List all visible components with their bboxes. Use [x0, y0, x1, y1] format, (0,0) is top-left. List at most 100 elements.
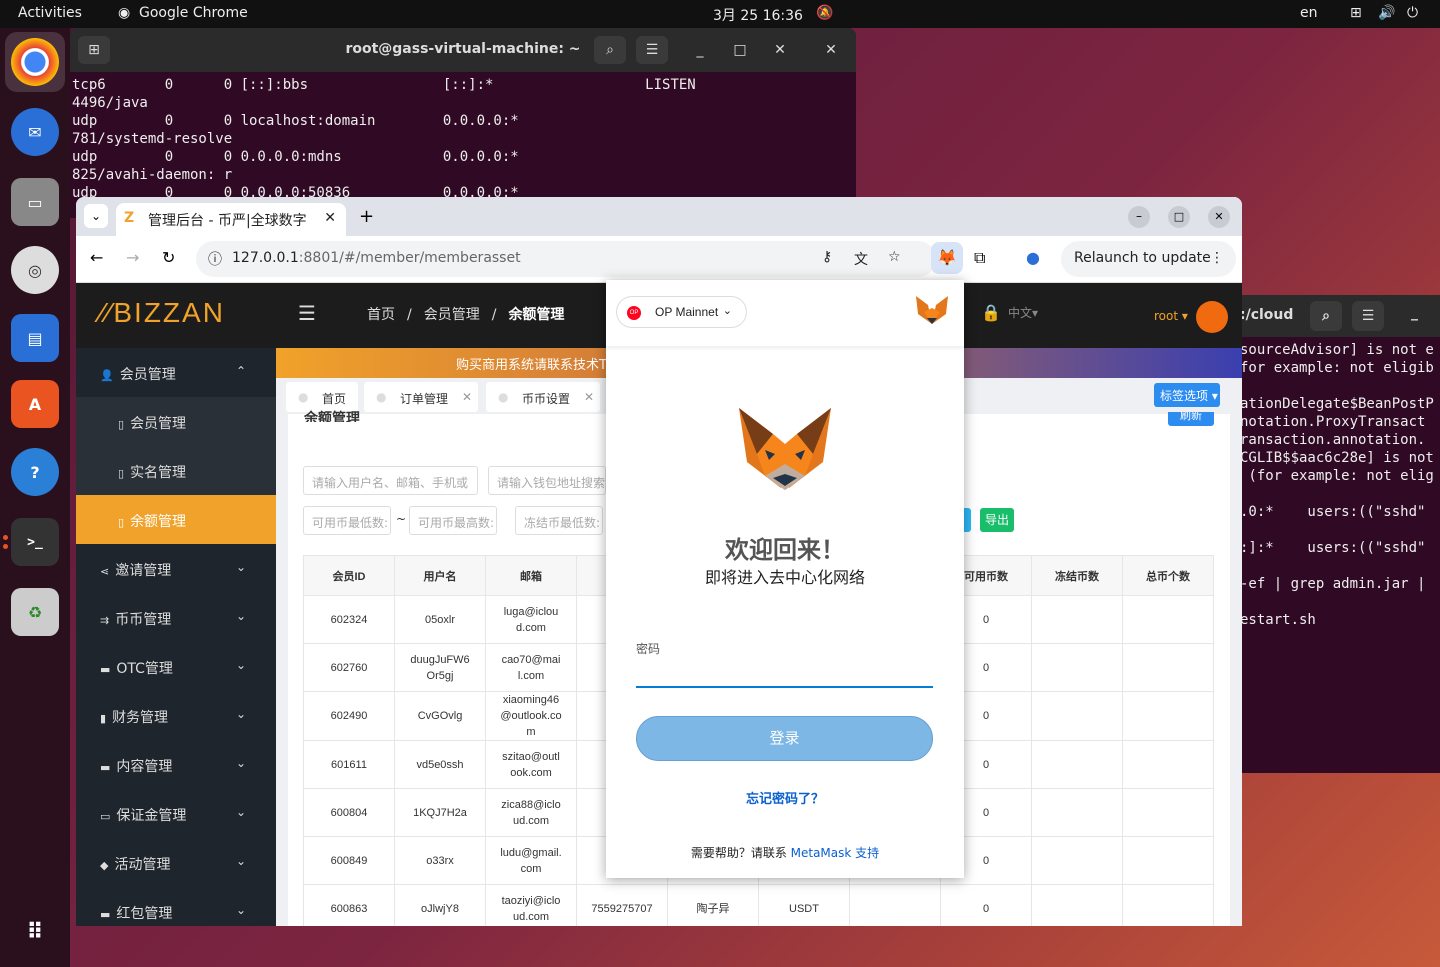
table-cell [1122, 643, 1214, 692]
minimize-button[interactable]: _ [1411, 305, 1418, 321]
bizzan-logo[interactable]: ⁄⁄BIZZAN [100, 297, 225, 329]
terminal-line: (for example: not elig [1240, 468, 1434, 484]
sidebar-item-5[interactable]: ⇉ 币币管理 ⌄ [76, 593, 276, 642]
export-button[interactable]: 导出 [980, 508, 1014, 532]
forward-icon[interactable]: → [126, 248, 139, 267]
sidebar-item-6[interactable]: ▬ OTC管理 ⌄ [76, 642, 276, 691]
available-max-input[interactable]: 可用币最高数: [409, 506, 497, 535]
column-header[interactable]: 会员ID [303, 555, 395, 596]
translate-icon[interactable]: 文 [854, 249, 868, 269]
site-info-icon[interactable]: ⓘ [208, 249, 222, 269]
writer-icon[interactable]: ▤ [11, 314, 59, 362]
column-header[interactable]: 邮箱 [485, 555, 577, 596]
network-selector[interactable]: OP OP Mainnet ⌄ [616, 296, 747, 328]
wallet-search-input[interactable]: 请输入钱包地址搜索 [488, 466, 606, 495]
terminal-window-2[interactable]: :/cloud ⌕ ☰ _ sourceAdvisor] is not e for… [1236, 295, 1440, 773]
tab-search-icon[interactable]: ⌄ [84, 204, 108, 228]
search-icon[interactable]: ⌕ [1310, 301, 1342, 331]
column-header[interactable]: 用户名 [394, 555, 486, 596]
sidebar-item-9[interactable]: ▭ 保证金管理 ⌄ [76, 789, 276, 838]
table-cell: vd5e0ssh [394, 740, 486, 789]
bookmark-star-icon[interactable]: ☆ [888, 249, 901, 265]
breadcrumb-item[interactable]: 会员管理 [424, 307, 480, 323]
kebab-menu-icon[interactable]: ⋮ [1210, 250, 1224, 266]
language-indicator[interactable]: en [1300, 5, 1318, 21]
refresh-button[interactable]: 刷新 [1168, 412, 1214, 426]
terminal-window[interactable]: ⊞ root@gass-virtual-machine: ~ ⌕ ☰ _ □ ✕… [70, 28, 856, 218]
trash-icon[interactable]: ♻ [11, 588, 59, 636]
volume-icon[interactable]: 🔊 [1378, 5, 1395, 21]
address-bar[interactable]: ⓘ 127.0.0.1:8801/#/member/memberasset ⚷ … [196, 241, 936, 277]
user-menu[interactable]: root ▾ [1154, 309, 1188, 323]
forgot-password-link[interactable]: 忘记密码了？ [606, 788, 964, 807]
user-search-input[interactable]: 请输入用户名、邮箱、手机或 [303, 466, 478, 495]
metamask-support-link[interactable]: MetaMask 支持 [791, 846, 880, 860]
column-header[interactable]: 冻结币数 [1031, 555, 1123, 596]
show-apps-icon[interactable]: ⠿ [11, 908, 59, 956]
breadcrumb-item[interactable]: 余额管理 [508, 307, 564, 323]
lock-icon[interactable]: 🔒 [981, 303, 1001, 322]
page-tab-coin-settings[interactable]: ● 币币设置 ✕ [486, 382, 600, 412]
search-button[interactable] [963, 508, 971, 532]
back-icon[interactable]: ← [90, 248, 103, 267]
clock[interactable]: 3月 25 16:36 [713, 5, 803, 25]
close-tab-icon[interactable]: ✕ [462, 390, 472, 404]
page-tab-orders[interactable]: ● 订单管理 ✕ [364, 382, 478, 412]
sidebar-item-3[interactable]: ▯ 余额管理 [76, 495, 276, 544]
language-select[interactable]: 中文▾ [1008, 304, 1038, 321]
table-row[interactable]: 600863 oJlwjY8 taoziyi@icloud.com 755927570… [303, 884, 1214, 926]
hamburger-icon[interactable]: ☰ [298, 301, 316, 325]
sidebar-item-10[interactable]: ◆ 活动管理 ⌄ [76, 838, 276, 887]
help-icon[interactable]: ? [11, 448, 59, 496]
power-icon[interactable]: ⏻ [1407, 5, 1418, 21]
minimize-button[interactable]: – [1128, 206, 1150, 228]
sidebar-item-0[interactable]: 👤 会员管理 ⌃ [76, 348, 276, 397]
frozen-min-input[interactable]: 冻结币最低数: [515, 506, 603, 535]
network-icon[interactable]: ⊞ [1350, 5, 1362, 21]
menu-icon[interactable]: ☰ [636, 36, 668, 64]
password-field[interactable] [636, 662, 933, 688]
sidebar-item-1[interactable]: ▯ 会员管理 [76, 397, 276, 446]
sidebar-item-7[interactable]: ▮ 财务管理 ⌄ [76, 691, 276, 740]
close-tab-icon[interactable]: ✕ [584, 390, 594, 404]
sidebar-item-11[interactable]: ▬ 红包管理 ⌄ [76, 887, 276, 926]
minimize-button[interactable]: _ [684, 36, 716, 64]
metamask-extension-icon[interactable]: 🦊 [931, 242, 963, 274]
tab-admin[interactable]: Z 管理后台 - 币严|全球数字 ✕ [116, 203, 346, 236]
terminal-line: for example: not eligib [1240, 360, 1434, 376]
chrome-icon[interactable] [11, 38, 59, 86]
column-header[interactable]: 总币个数 [1122, 555, 1214, 596]
thunderbird-icon[interactable]: ✉ [11, 108, 59, 156]
sidebar-item-4[interactable]: ⋖ 邀请管理 ⌄ [76, 544, 276, 593]
terminal-output[interactable]: tcp6 0 0 [::]:bbs [::]:* LISTEN 4496/java… [70, 72, 856, 206]
files-icon[interactable]: ▭ [11, 178, 59, 226]
new-tab-icon[interactable]: + [359, 206, 374, 227]
app-center-icon[interactable]: A [11, 380, 59, 428]
sidebar-item-2[interactable]: ▯ 实名管理 [76, 446, 276, 495]
breadcrumb-item[interactable]: 首页 [367, 307, 395, 323]
login-button[interactable]: 登录 [636, 716, 933, 761]
metamask-fox-icon[interactable] [914, 294, 950, 328]
reload-icon[interactable]: ↻ [162, 248, 175, 267]
close-button[interactable]: ✕ [1208, 206, 1230, 228]
maximize-button[interactable]: □ [724, 36, 756, 64]
tag-options-button[interactable]: 标签选项 ▾ [1154, 383, 1220, 407]
terminal-icon[interactable]: >_ [11, 518, 59, 566]
terminal2-output[interactable]: sourceAdvisor] is not e for example: not … [1236, 337, 1440, 773]
rhythmbox-icon[interactable]: ◎ [11, 246, 59, 294]
available-min-input[interactable]: 可用币最低数: [303, 506, 391, 535]
activities-button[interactable]: Activities [18, 5, 82, 21]
maximize-button[interactable]: □ [1168, 206, 1190, 228]
focused-app-label[interactable]: Google Chrome [139, 5, 248, 21]
key-icon[interactable]: ⚷ [822, 249, 832, 265]
relaunch-button[interactable]: Relaunch to update ⋮ [1061, 241, 1236, 277]
sidebar-item-8[interactable]: ▬ 内容管理 ⌄ [76, 740, 276, 789]
close-button[interactable]: ✕ [764, 36, 796, 64]
close-tab-icon[interactable]: ✕ [318, 210, 336, 226]
close-tab-button[interactable]: ✕ [815, 36, 847, 64]
extensions-icon[interactable]: ⧉ [974, 248, 985, 268]
avatar[interactable] [1196, 301, 1228, 333]
search-icon[interactable]: ⌕ [594, 36, 626, 64]
menu-icon[interactable]: ☰ [1352, 301, 1384, 331]
profile-icon[interactable]: ● [1026, 248, 1040, 267]
